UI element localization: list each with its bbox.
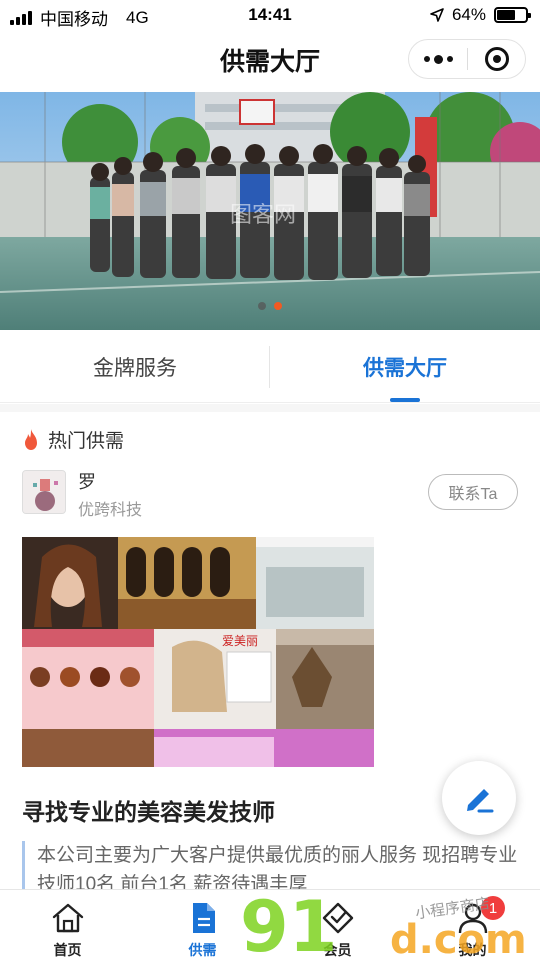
hot-section-header: 热门供需 xyxy=(22,426,124,453)
avatar[interactable] xyxy=(22,470,66,514)
tab-label: 首页 xyxy=(53,942,82,958)
diamond-icon xyxy=(322,902,353,934)
edit-pencil-icon xyxy=(467,789,494,813)
post-title[interactable]: 寻找专业的美容美发技师 xyxy=(22,793,275,827)
battery-icon xyxy=(494,7,531,23)
author-company: 优跨科技 xyxy=(78,502,143,519)
tab-label: 我的 xyxy=(458,942,487,958)
tab-bar-top: 金牌服务 供需大厅 xyxy=(0,331,540,403)
post-image[interactable]: 爱美丽 xyxy=(22,537,374,767)
battery-percent: 64% xyxy=(451,5,486,24)
notification-badge: 1 xyxy=(481,896,505,920)
carousel-dots xyxy=(0,302,540,310)
nav-bar: 供需大厅 xyxy=(0,30,540,90)
carousel-dot[interactable] xyxy=(274,302,282,310)
tab-gold-service[interactable]: 金牌服务 xyxy=(0,331,270,402)
tab-supply-demand[interactable]: 供需大厅 xyxy=(270,331,540,402)
document-icon xyxy=(192,903,215,933)
status-right: 64% xyxy=(430,5,531,25)
banner-watermark: 图客网 xyxy=(230,203,296,228)
salon-collage: 爱美丽 xyxy=(22,537,374,767)
banner-image: 图客网 xyxy=(0,92,540,330)
tab-mine[interactable]: 我的 1 xyxy=(405,890,540,960)
author-name: 罗 xyxy=(78,472,96,492)
tab-supply[interactable]: 供需 xyxy=(135,890,270,960)
tab-label: 供需 xyxy=(188,942,217,958)
tab-label: 会员 xyxy=(323,942,352,958)
status-bar: 中国移动 4G 14:41 64% xyxy=(0,0,540,30)
contact-button[interactable]: 联系Ta xyxy=(428,474,518,510)
location-arrow-icon xyxy=(430,8,444,22)
mini-program-capsule xyxy=(408,39,526,79)
collage-brand: 爱美丽 xyxy=(222,634,258,648)
tab-divider xyxy=(269,346,270,388)
create-post-button[interactable] xyxy=(442,761,516,835)
banner-carousel[interactable]: 图客网 xyxy=(0,92,540,330)
section-gap xyxy=(0,404,540,412)
carousel-dot[interactable] xyxy=(258,302,266,310)
close-mini-program-button[interactable] xyxy=(468,40,525,78)
tab-member[interactable]: 会员 xyxy=(270,890,405,960)
tab-home[interactable]: 首页 xyxy=(0,890,135,960)
more-dots-icon[interactable] xyxy=(409,40,467,78)
section-title: 热门供需 xyxy=(48,431,125,452)
post-author: 罗 优跨科技 联系Ta xyxy=(22,468,522,522)
bottom-tab-bar: 首页 供需 会员 我的 1 xyxy=(0,889,540,960)
flame-icon xyxy=(25,428,37,450)
target-circle-icon xyxy=(484,47,509,71)
battery-fill xyxy=(497,10,515,20)
post-description: 本公司主要为广大客户提供最优质的丽人服务 现招聘专业技师10名 前台1名 薪资待… xyxy=(22,841,522,891)
tab-label: 供需大厅 xyxy=(363,356,447,380)
tab-label: 金牌服务 xyxy=(93,356,177,380)
home-icon xyxy=(52,903,83,933)
